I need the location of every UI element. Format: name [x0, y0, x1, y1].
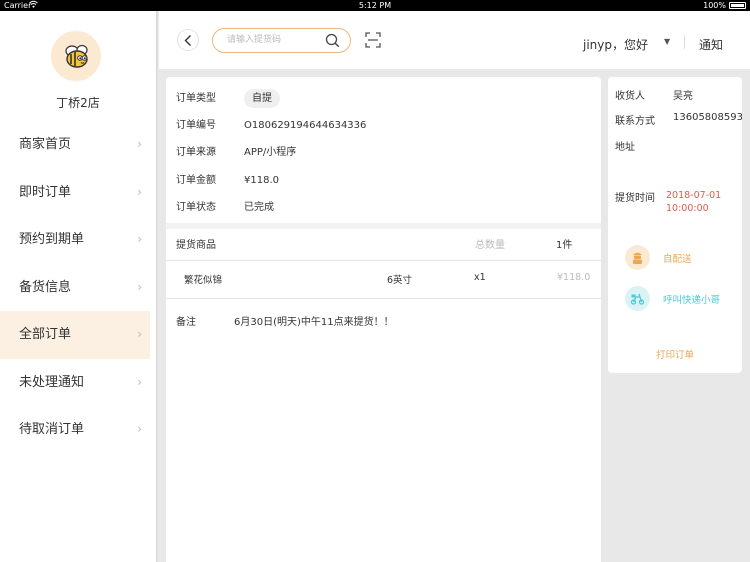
goods-item-count: x1	[474, 272, 486, 283]
chevron-right-icon: ›	[137, 374, 142, 389]
scooter-icon	[625, 286, 650, 311]
chevron-left-icon	[184, 35, 191, 46]
sidebar-item-instant-orders[interactable]: 即时订单 ›	[0, 169, 150, 217]
scan-icon	[365, 32, 381, 48]
top-header: 请输入提货码 jinyp，您好 ▼ 通知	[159, 11, 750, 69]
sidebar-divider	[156, 11, 159, 562]
chevron-right-icon: ›	[137, 232, 142, 246]
bee-logo-icon	[65, 44, 88, 68]
chevron-right-icon: ›	[137, 327, 142, 341]
sidebar-menu: 商家首页 › 即时订单 › 预约到期单 › 备货信息 › 全部订单 › 未处理通…	[0, 121, 150, 454]
chevron-right-icon: ›	[137, 137, 142, 151]
pickup-time-label: 提货时间	[615, 193, 655, 204]
battery-icon	[729, 2, 746, 9]
store-name: 丁桥2店	[56, 96, 100, 110]
goods-item-spec: 6英寸	[387, 275, 413, 286]
chevron-right-icon: ›	[137, 184, 142, 199]
sidebar-item-label: 即时订单	[19, 184, 72, 200]
order-detail-card: 订单类型 订单编号 O180629194644634336 订单来源 APP/小…	[166, 77, 601, 562]
row-divider	[166, 260, 601, 261]
sidebar-item-label: 待取消订单	[19, 422, 85, 437]
recipient-card: 收货人 吴亮 联系方式 13605808593 地址 提货时间 2018-07-…	[608, 77, 743, 373]
search-input[interactable]: 请输入提货码	[227, 29, 281, 52]
recipient-address-label: 地址	[615, 142, 635, 153]
sidebar-item-all-orders[interactable]: 全部订单 ›	[0, 311, 150, 359]
sidebar-item-label: 预约到期单	[19, 232, 85, 247]
clock: 5:12 PM	[358, 1, 392, 10]
goods-header-label: 提货商品	[176, 240, 216, 251]
row-divider	[166, 298, 601, 299]
sidebar-item-scheduled-orders[interactable]: 预约到期单 ›	[0, 216, 150, 264]
chevron-right-icon: ›	[137, 422, 142, 436]
sidebar-item-pending-cancel[interactable]: 待取消订单 ›	[0, 406, 150, 454]
sidebar-item-label: 商家首页	[19, 137, 72, 152]
section-divider	[166, 223, 601, 229]
store-avatar[interactable]	[51, 31, 101, 81]
user-greeting[interactable]: jinyp，您好	[583, 36, 648, 53]
sidebar: 丁桥2店 商家首页 › 即时订单 › 预约到期单 › 备货信息 › 全部订单 ›…	[0, 11, 156, 562]
recipient-name-label: 收货人	[615, 91, 645, 102]
scan-button[interactable]	[365, 32, 381, 48]
courier-person-icon	[625, 245, 650, 270]
order-number-value: O180629194644634336	[244, 120, 367, 131]
order-status-value: 已完成	[244, 202, 274, 213]
caret-down-icon[interactable]: ▼	[664, 37, 670, 46]
pickup-time-value: 2018-07-01 10:00:00	[666, 189, 721, 215]
order-amount-value: ¥118.0	[244, 175, 279, 186]
order-number-label: 订单编号	[176, 120, 216, 131]
status-bar: Carrier 5:12 PM 100%	[0, 0, 750, 11]
order-source-value: APP/小程序	[244, 147, 297, 158]
header-divider	[684, 35, 685, 49]
self-delivery-label: 自配送	[663, 254, 692, 265]
back-button[interactable]	[177, 29, 199, 51]
notifications-button[interactable]: 通知	[699, 36, 723, 53]
pickup-date: 2018-07-01	[666, 190, 722, 201]
battery-percent: 100%	[703, 1, 726, 10]
chevron-right-icon: ›	[137, 279, 142, 294]
recipient-contact-label: 联系方式	[615, 116, 655, 127]
order-amount-label: 订单金额	[176, 175, 216, 186]
goods-item-price: ¥118.0	[557, 272, 591, 283]
recipient-name-value: 吴亮	[673, 91, 693, 102]
search-icon[interactable]	[325, 33, 340, 48]
sidebar-item-merchant-home[interactable]: 商家首页 ›	[0, 121, 150, 169]
goods-header: 提货商品 总数量 1件	[176, 236, 596, 251]
remark-label: 备注	[176, 317, 196, 328]
goods-item-row: 繁花似锦 6英寸 x1 ¥118.0	[166, 272, 601, 286]
total-qty-label: 总数量	[475, 240, 505, 251]
order-type-label: 订单类型	[176, 93, 216, 104]
call-courier-label: 呼叫快递小哥	[663, 295, 721, 306]
sidebar-item-label: 备货信息	[19, 279, 72, 295]
remark-value: 6月30日(明天)中午11点来提货！！	[234, 317, 394, 328]
sidebar-item-label: 未处理通知	[19, 374, 85, 390]
pickup-code-search[interactable]: 请输入提货码	[212, 28, 351, 53]
sidebar-item-label: 全部订单	[19, 327, 72, 342]
order-source-label: 订单来源	[176, 147, 216, 158]
sidebar-item-stock-info[interactable]: 备货信息 ›	[0, 264, 150, 312]
total-qty-value: 1件	[556, 240, 573, 251]
print-order-button[interactable]: 打印订单	[608, 347, 742, 361]
order-status-label: 订单状态	[176, 202, 216, 213]
recipient-contact-value[interactable]: 13605808593	[673, 112, 743, 123]
order-type-tag: 自提	[244, 89, 280, 108]
pickup-hour: 10:00:00	[666, 203, 709, 214]
sidebar-item-unprocessed-notices[interactable]: 未处理通知 ›	[0, 359, 150, 407]
goods-item-name: 繁花似锦	[184, 275, 223, 286]
